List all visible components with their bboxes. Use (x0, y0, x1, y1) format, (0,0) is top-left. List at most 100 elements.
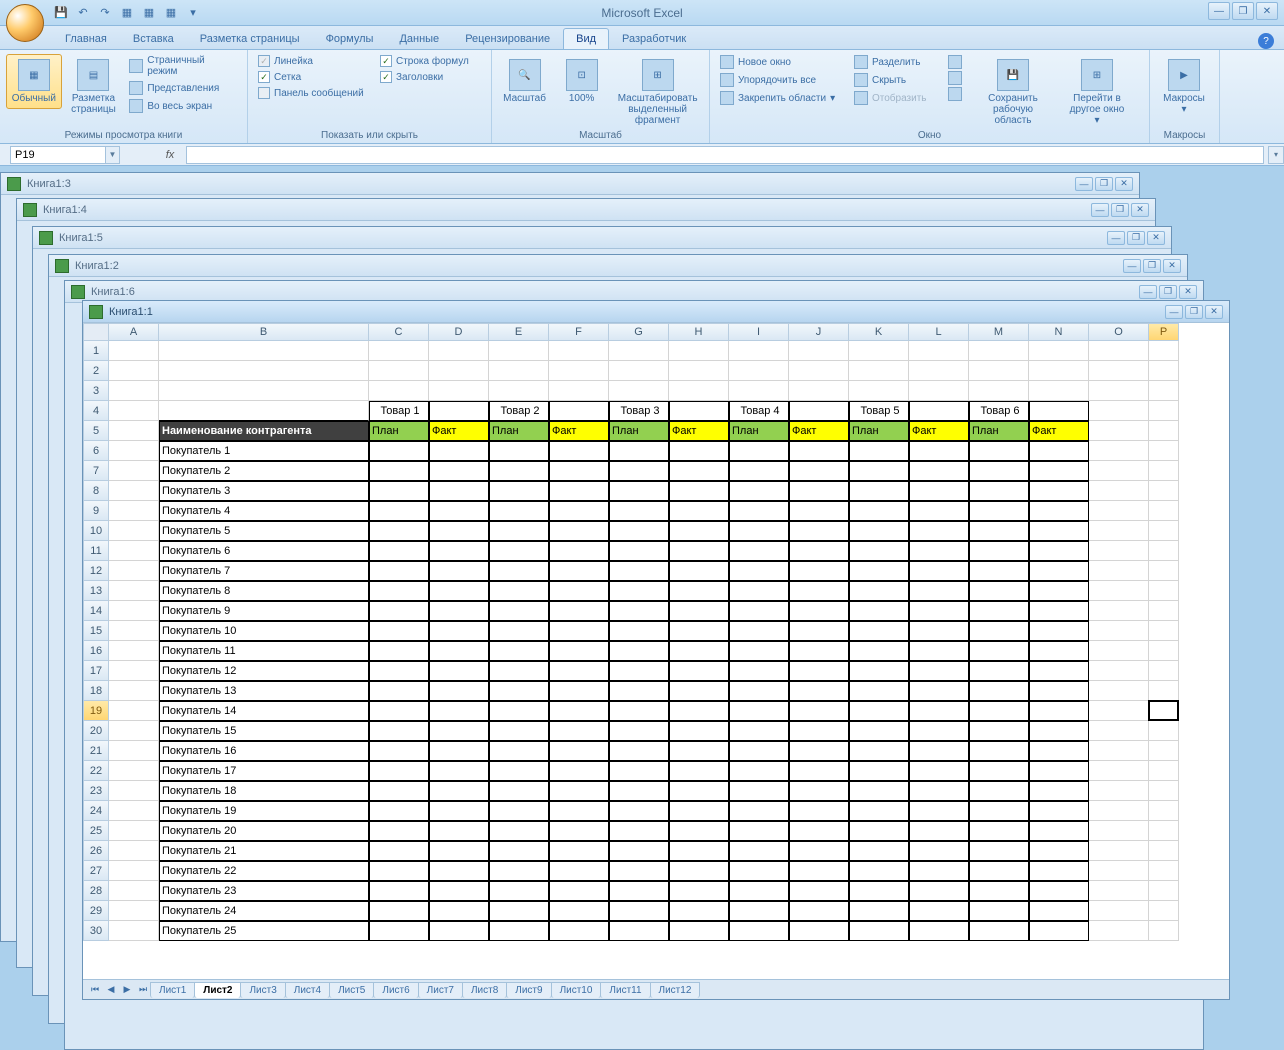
cell[interactable] (1029, 701, 1089, 721)
cell[interactable] (1089, 861, 1149, 881)
cell[interactable]: Факт (429, 421, 489, 441)
column-header[interactable]: I (729, 323, 789, 341)
cell[interactable] (369, 861, 429, 881)
cell[interactable] (849, 881, 909, 901)
cell[interactable] (429, 581, 489, 601)
cell[interactable] (909, 921, 969, 941)
cell[interactable]: Товар 1 (369, 401, 429, 421)
cell[interactable] (909, 361, 969, 381)
row-header[interactable]: 13 (83, 581, 109, 601)
cell[interactable] (909, 761, 969, 781)
cell[interactable]: План (609, 421, 669, 441)
cell[interactable] (489, 661, 549, 681)
cell[interactable] (549, 701, 609, 721)
custom-views-button[interactable]: Представления (125, 80, 241, 96)
cell[interactable] (969, 441, 1029, 461)
cell[interactable] (1029, 681, 1089, 701)
cell[interactable] (669, 361, 729, 381)
ribbon-tab-Главная[interactable]: Главная (52, 28, 120, 49)
cell[interactable] (849, 861, 909, 881)
minimize-button[interactable]: — (1165, 305, 1183, 319)
cell[interactable] (669, 501, 729, 521)
cell[interactable] (1149, 381, 1179, 401)
cell[interactable] (609, 501, 669, 521)
cell[interactable] (789, 701, 849, 721)
cell[interactable] (549, 381, 609, 401)
cell[interactable] (909, 501, 969, 521)
cell[interactable] (729, 641, 789, 661)
cell[interactable] (909, 641, 969, 661)
cell[interactable] (1089, 761, 1149, 781)
cell[interactable] (729, 721, 789, 741)
cell[interactable]: Покупатель 4 (159, 501, 369, 521)
cell[interactable] (549, 541, 609, 561)
cell[interactable] (429, 841, 489, 861)
cell[interactable] (429, 681, 489, 701)
sheet-tab[interactable]: Лист11 (600, 982, 650, 998)
cell[interactable] (909, 721, 969, 741)
cell[interactable] (429, 761, 489, 781)
cell[interactable] (669, 481, 729, 501)
row-header[interactable]: 18 (83, 681, 109, 701)
row-header[interactable]: 5 (83, 421, 109, 441)
row-header[interactable]: 1 (83, 341, 109, 361)
row-header[interactable]: 11 (83, 541, 109, 561)
cell[interactable] (849, 521, 909, 541)
qat-icon[interactable]: ▦ (118, 4, 136, 22)
cell[interactable] (109, 641, 159, 661)
cell[interactable] (909, 681, 969, 701)
cell[interactable] (909, 441, 969, 461)
row-header[interactable]: 6 (83, 441, 109, 461)
cell[interactable] (669, 641, 729, 661)
minimize-button[interactable]: — (1139, 285, 1157, 299)
cell[interactable] (1149, 341, 1179, 361)
cell[interactable] (729, 521, 789, 541)
cell[interactable] (159, 341, 369, 361)
cell[interactable]: Покупатель 7 (159, 561, 369, 581)
cell[interactable] (609, 801, 669, 821)
cell[interactable] (1089, 441, 1149, 461)
cell[interactable] (789, 541, 849, 561)
cell[interactable] (549, 361, 609, 381)
cell[interactable]: Факт (669, 421, 729, 441)
cell[interactable] (109, 801, 159, 821)
cell[interactable] (969, 861, 1029, 881)
row-header[interactable]: 23 (83, 781, 109, 801)
cell[interactable] (489, 361, 549, 381)
cell[interactable] (609, 561, 669, 581)
cell[interactable] (969, 641, 1029, 661)
cell[interactable] (549, 581, 609, 601)
column-header[interactable]: J (789, 323, 849, 341)
cell[interactable] (369, 461, 429, 481)
cell[interactable] (669, 881, 729, 901)
cell[interactable] (549, 521, 609, 541)
cell[interactable] (489, 921, 549, 941)
cell[interactable] (429, 541, 489, 561)
cell[interactable] (609, 761, 669, 781)
cell[interactable] (369, 501, 429, 521)
row-header[interactable]: 20 (83, 721, 109, 741)
cell[interactable] (489, 581, 549, 601)
cell[interactable] (849, 701, 909, 721)
cell[interactable] (1029, 821, 1089, 841)
cell[interactable] (1089, 501, 1149, 521)
cell[interactable] (969, 701, 1029, 721)
cell[interactable] (489, 601, 549, 621)
cell[interactable] (729, 441, 789, 461)
cell[interactable] (1149, 661, 1179, 681)
fx-button[interactable]: fx (158, 149, 182, 161)
cell[interactable] (669, 821, 729, 841)
cell[interactable] (1089, 421, 1149, 441)
cell[interactable] (729, 901, 789, 921)
row-header[interactable]: 14 (83, 601, 109, 621)
cell[interactable] (849, 341, 909, 361)
cell[interactable] (1089, 581, 1149, 601)
cell[interactable] (1149, 881, 1179, 901)
column-header[interactable]: K (849, 323, 909, 341)
column-header[interactable]: H (669, 323, 729, 341)
cell[interactable] (1149, 441, 1179, 461)
cell[interactable] (729, 801, 789, 821)
row-header[interactable]: 7 (83, 461, 109, 481)
cell[interactable] (429, 661, 489, 681)
cell[interactable] (429, 821, 489, 841)
